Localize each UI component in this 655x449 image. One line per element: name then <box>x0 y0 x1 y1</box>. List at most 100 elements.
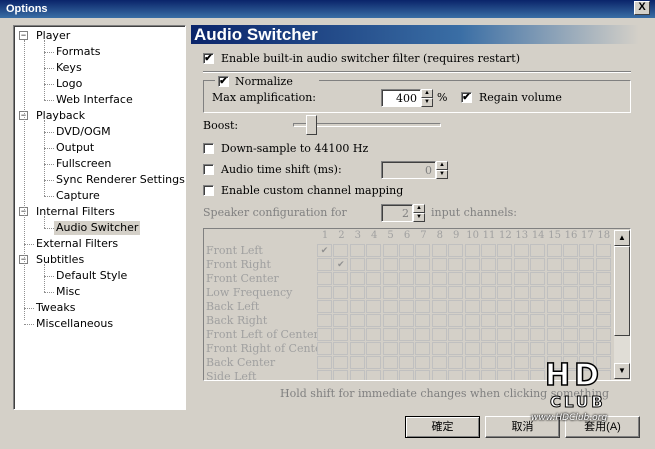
grid-cell[interactable] <box>382 328 398 341</box>
grid-cell[interactable] <box>333 328 349 341</box>
grid-cell[interactable] <box>382 300 398 313</box>
boost-slider-thumb[interactable] <box>306 115 317 135</box>
grid-cell[interactable] <box>415 370 431 380</box>
grid-cell[interactable] <box>497 258 513 271</box>
grid-cell[interactable] <box>595 314 611 327</box>
grid-cell[interactable] <box>448 314 464 327</box>
grid-cell[interactable] <box>366 328 382 341</box>
grid-cell[interactable] <box>595 328 611 341</box>
grid-cell[interactable] <box>349 370 365 380</box>
scroll-down-icon[interactable]: ▼ <box>614 363 630 379</box>
grid-cell[interactable] <box>563 328 578 341</box>
grid-cell[interactable] <box>366 300 382 313</box>
grid-cell[interactable] <box>333 286 349 299</box>
grid-cell[interactable] <box>563 300 578 313</box>
grid-cell[interactable] <box>349 244 365 257</box>
grid-cell[interactable] <box>497 328 513 341</box>
grid-cell[interactable] <box>464 272 480 285</box>
grid-cell[interactable] <box>464 286 480 299</box>
grid-cell[interactable] <box>530 286 546 299</box>
grid-cell[interactable] <box>349 300 365 313</box>
tree-item-web-interface[interactable]: Web Interface <box>56 93 133 107</box>
grid-cell[interactable] <box>317 300 332 313</box>
grid-cell[interactable] <box>579 272 595 285</box>
grid-cell[interactable] <box>448 258 464 271</box>
grid-cell[interactable] <box>415 314 431 327</box>
grid-cell[interactable] <box>333 272 349 285</box>
grid-cell[interactable] <box>399 244 414 257</box>
grid-cell[interactable] <box>579 342 595 355</box>
grid-cell[interactable] <box>513 244 529 257</box>
grid-cell[interactable] <box>366 370 382 380</box>
tree-item-miscellaneous[interactable]: Miscellaneous <box>36 317 113 331</box>
grid-cell[interactable] <box>366 342 382 355</box>
grid-cell[interactable] <box>415 258 431 271</box>
scroll-thumb[interactable] <box>614 246 630 336</box>
grid-cell[interactable] <box>349 356 365 369</box>
spin-up-icon[interactable]: ▲ <box>436 161 448 170</box>
normalize-checkbox[interactable]: ✔ <box>218 76 229 87</box>
grid-cell[interactable] <box>530 300 546 313</box>
grid-cell[interactable] <box>563 258 578 271</box>
grid-cell[interactable] <box>366 258 382 271</box>
grid-cell[interactable] <box>382 272 398 285</box>
grid-cell[interactable] <box>431 328 447 341</box>
grid-cell[interactable] <box>317 286 332 299</box>
grid-cell[interactable] <box>349 314 365 327</box>
options-tree[interactable]: − Player Formats Keys Logo Web Interface − Play… <box>13 25 186 410</box>
grid-cell[interactable] <box>448 286 464 299</box>
grid-cell[interactable] <box>513 258 529 271</box>
grid-cell[interactable] <box>579 300 595 313</box>
grid-cell[interactable] <box>513 342 529 355</box>
grid-cell[interactable] <box>579 314 595 327</box>
grid-cell[interactable] <box>399 272 414 285</box>
grid-cell[interactable] <box>317 356 332 369</box>
grid-cell[interactable] <box>333 370 349 380</box>
grid-cell[interactable] <box>415 286 431 299</box>
grid-cell[interactable] <box>481 356 496 369</box>
grid-cell[interactable] <box>448 328 464 341</box>
grid-cell[interactable] <box>317 314 332 327</box>
regain-volume-checkbox[interactable]: ✔ <box>461 92 472 103</box>
grid-cell[interactable] <box>513 314 529 327</box>
tree-item-formats[interactable]: Formats <box>56 45 101 59</box>
grid-cell[interactable] <box>530 342 546 355</box>
grid-cell[interactable] <box>431 272 447 285</box>
grid-cell[interactable] <box>399 370 414 380</box>
grid-cell[interactable] <box>530 272 546 285</box>
grid-cell[interactable] <box>595 342 611 355</box>
grid-cell[interactable] <box>382 356 398 369</box>
grid-cell[interactable] <box>399 300 414 313</box>
grid-cell[interactable] <box>448 356 464 369</box>
grid-cell[interactable] <box>333 314 349 327</box>
grid-cell[interactable]: ✔ <box>333 258 349 271</box>
tree-item-keys[interactable]: Keys <box>56 61 82 75</box>
grid-cell[interactable] <box>448 272 464 285</box>
tree-item-player[interactable]: Player <box>36 29 70 43</box>
tree-item-fullscreen[interactable]: Fullscreen <box>56 157 111 171</box>
max-amp-spinner[interactable]: ▲ ▼ <box>421 89 433 107</box>
grid-cell[interactable] <box>366 272 382 285</box>
grid-cell[interactable] <box>497 300 513 313</box>
tree-item-default-style[interactable]: Default Style <box>56 269 127 283</box>
grid-cell[interactable] <box>595 300 611 313</box>
grid-cell[interactable] <box>497 286 513 299</box>
tree-item-external-filters[interactable]: External Filters <box>36 237 118 251</box>
grid-cell[interactable] <box>399 314 414 327</box>
grid-cell[interactable] <box>415 328 431 341</box>
grid-cell[interactable] <box>448 342 464 355</box>
grid-cell[interactable] <box>349 342 365 355</box>
grid-cell[interactable] <box>530 314 546 327</box>
grid-cell[interactable] <box>546 342 562 355</box>
grid-cell[interactable] <box>317 342 332 355</box>
tree-item-output[interactable]: Output <box>56 141 94 155</box>
grid-cell[interactable] <box>563 342 578 355</box>
tree-item-internal-filters[interactable]: Internal Filters <box>36 205 115 219</box>
grid-cell[interactable] <box>464 370 480 380</box>
grid-cell[interactable] <box>481 286 496 299</box>
grid-cell[interactable] <box>464 342 480 355</box>
spin-up-icon[interactable]: ▲ <box>421 89 433 98</box>
grid-cell[interactable] <box>513 300 529 313</box>
grid-cell[interactable] <box>415 342 431 355</box>
grid-cell[interactable] <box>579 244 595 257</box>
